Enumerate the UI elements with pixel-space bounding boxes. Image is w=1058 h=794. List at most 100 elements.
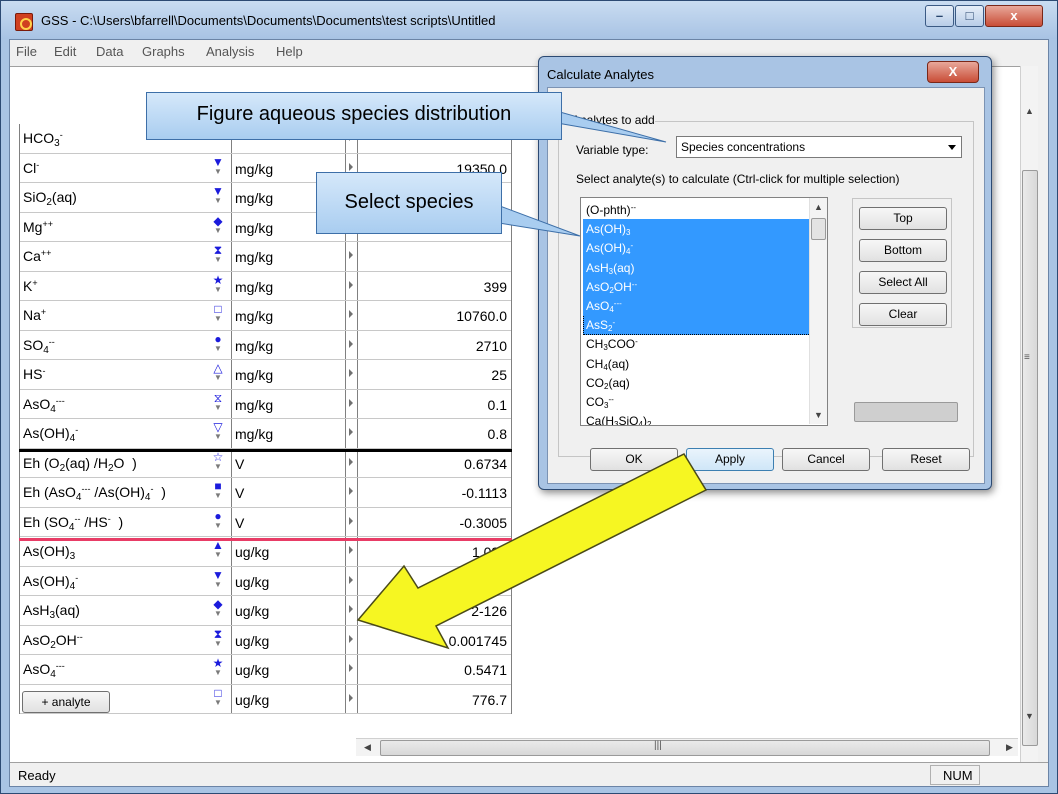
row-expander[interactable] (345, 507, 358, 536)
analyte-name[interactable]: Eh (SO4-- /HS- ) (23, 514, 123, 533)
analyte-name[interactable]: Mg++ (23, 219, 53, 235)
table-row[interactable]: Ca++ ⧗ ▼ mg/kg (20, 242, 511, 272)
analyte-name[interactable]: As(OH)4- (23, 425, 78, 444)
list-item[interactable]: As(OH)3 (583, 219, 823, 239)
plot-symbol-icon[interactable]: △ ▼ (211, 362, 225, 386)
plot-symbol-icon[interactable]: □ ▼ (211, 687, 225, 711)
plot-symbol-icon[interactable]: ▽ ▼ (211, 421, 225, 445)
unit-cell[interactable]: mg/kg (231, 330, 345, 359)
minimize-button[interactable]: – (925, 5, 954, 27)
analyte-name[interactable]: AsO4--- (23, 396, 65, 415)
plot-symbol-icon[interactable]: ☆ ▼ (211, 451, 225, 475)
plot-symbol-icon[interactable]: ⧗ ▼ (211, 628, 225, 652)
unit-cell[interactable]: ug/kg (231, 596, 345, 625)
plot-symbol-icon[interactable]: ▼ ▼ (211, 185, 225, 209)
menu-help[interactable]: Help (276, 44, 303, 59)
analyte-name[interactable]: Cl- (23, 160, 39, 176)
row-expander[interactable] (345, 389, 358, 418)
value-cell[interactable]: 0.6734 (358, 449, 513, 478)
analyte-name[interactable]: AsO4--- (23, 661, 65, 680)
row-expander[interactable] (345, 625, 358, 654)
unit-cell[interactable]: mg/kg (231, 242, 345, 271)
table-row[interactable]: AsO4--- ⧖ ▼ mg/kg 0.1 (20, 389, 511, 419)
select-all-button[interactable]: Select All (859, 271, 947, 294)
plot-symbol-icon[interactable]: ● ▼ (211, 333, 225, 357)
plot-symbol-icon[interactable]: ▼ ▼ (211, 569, 225, 593)
value-cell[interactable]: 1.096 (358, 537, 513, 566)
cancel-button[interactable]: Cancel (782, 448, 870, 471)
table-row[interactable]: AsO4--- ★ ▼ ug/kg 0.5471 (20, 655, 511, 685)
unit-cell[interactable]: mg/kg (231, 389, 345, 418)
row-expander[interactable] (345, 419, 358, 448)
analyte-name[interactable]: As(OH)3 (23, 543, 75, 562)
plot-symbol-icon[interactable]: ▲ ▼ (211, 539, 225, 563)
scroll-up-icon[interactable]: ▲ (1025, 106, 1034, 116)
plot-symbol-icon[interactable]: ★ ▼ (211, 274, 225, 298)
list-item[interactable]: As(OH)4- (583, 238, 823, 258)
plot-symbol-icon[interactable]: ★ ▼ (211, 657, 225, 681)
horizontal-scrollbar[interactable]: ◀ ||| ▶ (356, 738, 1018, 756)
list-item[interactable]: AsO4--- (583, 296, 823, 316)
unit-cell[interactable]: V (231, 478, 345, 507)
row-expander[interactable] (345, 330, 358, 359)
table-row[interactable]: AsO2OH-- ⧗ ▼ ug/kg 0.001745 (20, 625, 513, 655)
analyte-name[interactable]: AsO2OH-- (23, 632, 83, 651)
list-scrollbar[interactable]: ▲ ▼ (809, 198, 827, 424)
plot-symbol-icon[interactable]: ◆ ▼ (211, 215, 225, 239)
list-item[interactable]: AsO2OH-- (583, 276, 823, 297)
value-cell[interactable]: 0.001745 (358, 626, 513, 655)
analyte-name[interactable]: As(OH)4- (23, 573, 78, 592)
value-cell[interactable]: 0.8 (358, 419, 513, 448)
unit-cell[interactable]: ug/kg (231, 566, 345, 595)
scroll-down-icon[interactable]: ▼ (814, 410, 823, 420)
clear-button[interactable]: Clear (859, 303, 947, 326)
row-expander[interactable] (345, 537, 358, 566)
plot-symbol-icon[interactable]: □ ▼ (211, 303, 225, 327)
analyte-name[interactable]: HCO3- (23, 130, 63, 149)
table-row[interactable]: Na+ □ ▼ mg/kg 10760.0 (20, 301, 511, 331)
value-cell[interactable]: 10760.0 (358, 301, 513, 330)
analyte-name[interactable]: AsH3(aq) (23, 602, 80, 621)
scroll-left-icon[interactable]: ◀ (364, 742, 371, 753)
menu-graphs[interactable]: Graphs (142, 44, 185, 59)
analyte-name[interactable]: K+ (23, 278, 38, 294)
analyte-name[interactable]: SiO2(aq) (23, 189, 77, 208)
value-cell[interactable]: -0.1113 (358, 478, 513, 507)
scroll-down-icon[interactable]: ▼ (1025, 711, 1034, 721)
table-row[interactable]: As(OH)4- ▽ ▼ mg/kg 0.8 (20, 419, 511, 449)
vertical-scroll-thumb[interactable] (1022, 170, 1038, 746)
table-row[interactable]: Eh (AsO4--- /As(OH)4- ) ■ ▼ V -0.1113 (20, 478, 511, 508)
unit-cell[interactable]: V (231, 448, 345, 477)
value-cell[interactable]: 776.7 (358, 685, 513, 714)
table-row[interactable]: Eh (O2(aq) /H2O ) ☆ ▼ V 0.6734 (20, 448, 513, 478)
list-item[interactable]: Ca(H3SiO4)2 (583, 411, 823, 425)
value-cell[interactable]: 0.2 (358, 567, 513, 596)
app-icon[interactable] (15, 13, 33, 31)
unit-cell[interactable]: ug/kg (231, 537, 345, 566)
analyte-name[interactable]: Ca++ (23, 248, 51, 264)
analyte-name[interactable]: Eh (O2(aq) /H2O ) (23, 455, 137, 474)
row-expander[interactable] (345, 566, 358, 595)
row-expander[interactable] (345, 448, 358, 477)
value-cell[interactable]: 399 (358, 272, 513, 301)
row-expander[interactable] (345, 301, 358, 330)
unit-cell[interactable]: V (231, 507, 345, 536)
scroll-up-icon[interactable]: ▲ (814, 202, 823, 212)
unit-cell[interactable]: mg/kg (231, 271, 345, 300)
unit-cell[interactable]: ug/kg (231, 684, 345, 713)
row-expander[interactable] (345, 360, 358, 389)
ok-button[interactable]: OK (590, 448, 678, 471)
value-cell[interactable]: 0.5471 (358, 655, 513, 684)
value-cell[interactable]: 25 (358, 360, 513, 389)
maximize-button[interactable]: □ (955, 5, 984, 27)
analyte-name[interactable]: SO4-- (23, 337, 55, 356)
list-item[interactable]: AsH3(aq) (583, 257, 823, 278)
table-row[interactable]: AsH3(aq) ◆ ▼ ug/kg 2-126 (20, 596, 511, 626)
plot-symbol-icon[interactable]: ⧗ ▼ (211, 244, 225, 268)
table-row[interactable]: K+ ★ ▼ mg/kg 399 (20, 271, 513, 301)
row-expander[interactable] (345, 242, 358, 271)
table-row[interactable]: As(OH)4- ▼ ▼ ug/kg 0.2 (20, 566, 513, 596)
table-row[interactable]: Eh (SO4-- /HS- ) ● ▼ V -0.3005 (20, 507, 511, 537)
analyte-name[interactable]: Eh (AsO4--- /As(OH)4- ) (23, 484, 166, 503)
species-list[interactable]: Ca(H3SiO4)2 CO3-- CO2(aq) CH4(aq) CH3COO- AsS… (580, 197, 828, 426)
